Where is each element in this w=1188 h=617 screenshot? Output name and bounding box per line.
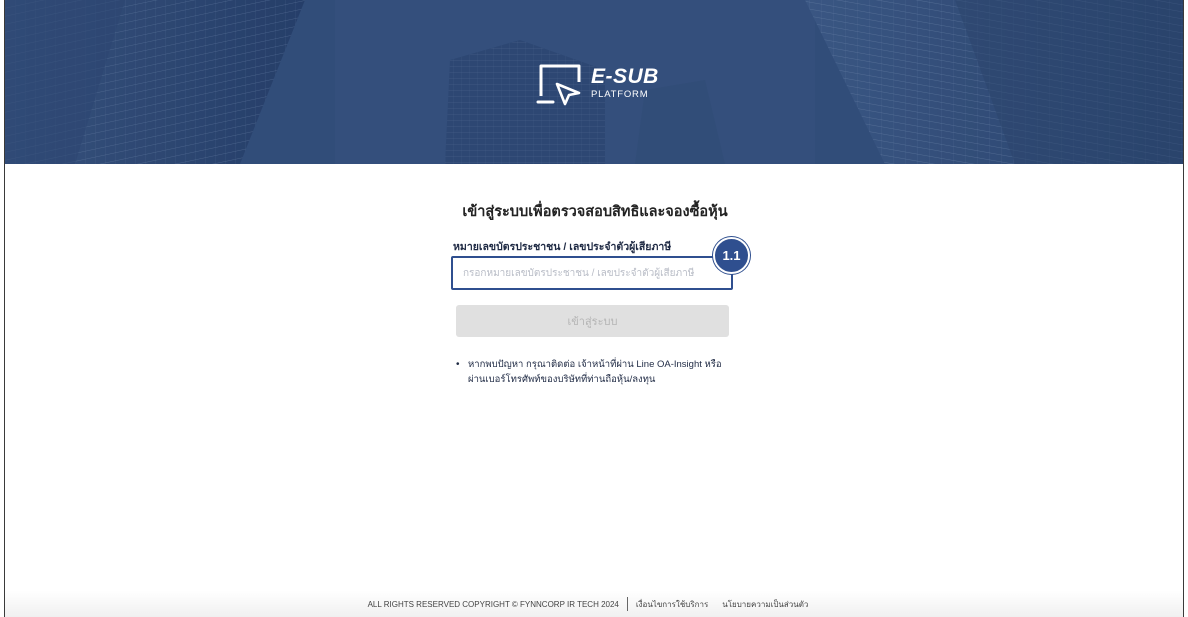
bullet-dot-icon: • <box>456 359 460 370</box>
step-badge: 1.1 <box>713 237 750 274</box>
privacy-link[interactable]: นโยบายความเป็นส่วนตัว <box>722 598 808 611</box>
hero-banner: E-SUB PLATFORM <box>5 0 1183 164</box>
copyright-text: ALL RIGHTS RESERVED COPYRIGHT © FYNNCORP… <box>367 599 619 609</box>
terms-link[interactable]: เงื่อนไขการใช้บริการ <box>636 598 708 611</box>
monitor-cursor-icon <box>536 64 581 106</box>
brand-text: E-SUB PLATFORM <box>591 65 659 101</box>
login-heading: เข้าสู่ระบบเพื่อตรวจสอบสิทธิและจองซื้อหุ… <box>462 204 728 220</box>
brand-logo: E-SUB PLATFORM <box>535 60 659 106</box>
help-note: • หากพบปัญหา กรุณาติดต่อ เจ้าหน้าที่ผ่าน… <box>456 357 756 387</box>
brand-subtitle: PLATFORM <box>591 89 649 100</box>
id-field-label: หมายเลขบัตรประชาชน / เลขประจำตัวผู้เสียภ… <box>453 241 672 253</box>
help-note-line1: หากพบปัญหา กรุณาติดต่อ เจ้าหน้าที่ผ่าน L… <box>468 359 722 370</box>
help-note-line2: ผ่านเบอร์โทรศัพท์ของบริษัทที่ท่านถือหุ้น… <box>468 374 656 385</box>
footer: ALL RIGHTS RESERVED COPYRIGHT © FYNNCORP… <box>5 597 1183 611</box>
footer-divider <box>626 597 628 611</box>
login-button[interactable]: เข้าสู่ระบบ <box>456 305 729 337</box>
id-number-input[interactable] <box>451 256 733 290</box>
page-frame: E-SUB PLATFORM เข้าสู่ระบบเพื่อตรวจสอบสิ… <box>4 0 1184 617</box>
brand-title: E-SUB <box>591 65 659 88</box>
